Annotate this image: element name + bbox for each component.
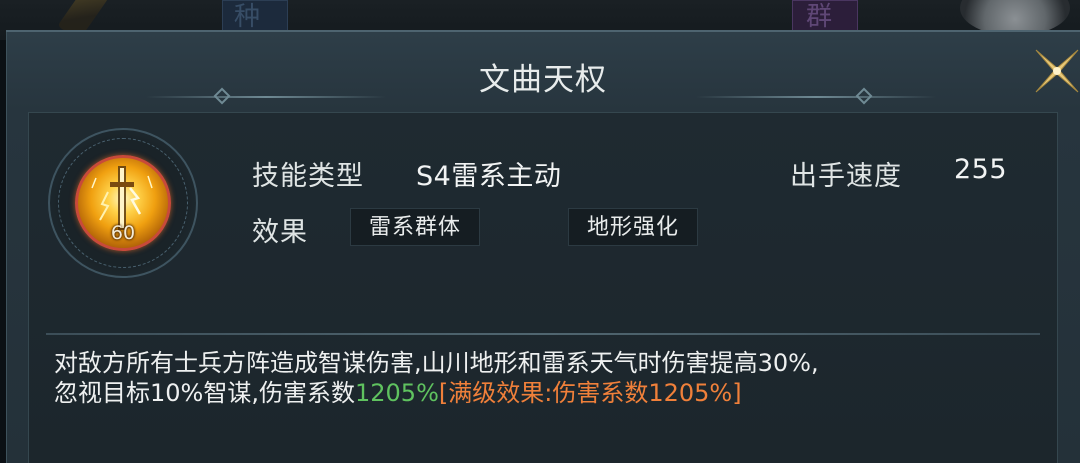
speed-label: 出手速度 [790,161,902,192]
close-x-icon [1035,49,1079,93]
title-ornament-right [696,96,936,98]
effect-label: 效果 [252,217,308,248]
effect-tag-thunder-group: 雷系群体 [350,208,481,246]
close-button[interactable] [1026,40,1080,102]
game-screen: 种 群 文曲天权 60 技能类型 S4雷系主动 出手速度 255 效果 雷系群体… [0,0,1080,463]
description-line-2-prefix: 忽视目标10%智谋,伤害系数 [54,379,355,407]
description-line-2: 忽视目标10%智谋,伤害系数1205%[满级效果:伤害系数1205%] [54,378,1044,408]
skill-icon[interactable]: 60 [75,155,171,251]
dialog-title-bar: 文曲天权 [6,32,1080,110]
effect-tag-terrain-boost: 地形强化 [568,208,699,246]
max-level-effect: [满级效果:伤害系数1205%] [438,379,742,407]
description-line-1: 对敌方所有士兵方阵造成智谋伤害,山川地形和雷系天气时伤害提高30%, [54,349,819,377]
dialog-title: 文曲天权 [479,62,607,98]
speed-value: 255 [954,154,1008,185]
skill-level: 60 [110,222,136,244]
skill-type-value: S4雷系主动 [416,161,562,192]
skill-emblem: 60 [48,128,198,278]
section-divider [46,333,1040,335]
damage-coefficient-value: 1205% [354,379,439,407]
skill-type-label: 技能类型 [252,161,364,192]
background-card-left-char: 种 [234,2,261,32]
background-card-right-char: 群 [806,2,833,32]
skill-description: 对敌方所有士兵方阵造成智谋伤害,山川地形和雷系天气时伤害提高30%, 忽视目标1… [54,348,1044,408]
